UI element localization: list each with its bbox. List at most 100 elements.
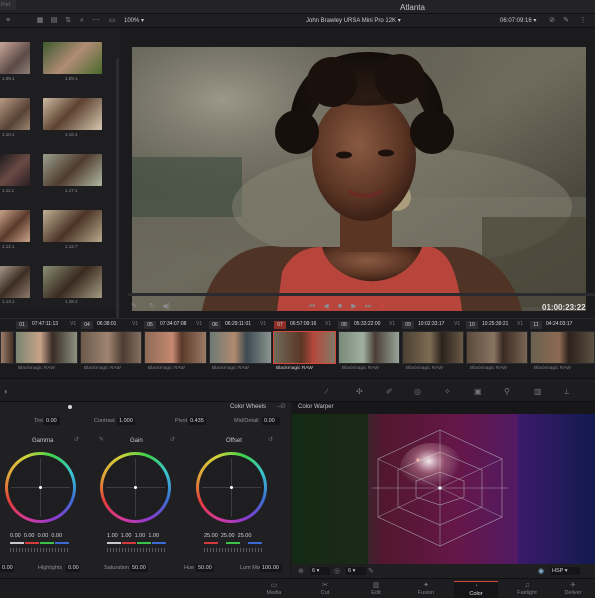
timeline-clip[interactable] [530,331,595,364]
timeline-clip[interactable] [144,331,207,364]
color-space-icon[interactable]: ◉ [538,567,544,575]
node-icon[interactable]: ✎ [562,17,570,25]
viewer-scrubber[interactable] [128,293,595,296]
timeline-clip[interactable] [0,331,14,364]
viewer-frame[interactable] [132,47,586,311]
hue-field[interactable]: 50.00 [196,564,214,572]
gain-y[interactable]: 1.00 [107,533,118,539]
loop-playback-icon[interactable]: ⟳ [378,303,386,311]
shadows-field[interactable]: 0.00 [0,564,14,572]
gain-values[interactable]: 1.00 1.00 1.00 1.00 [107,533,159,539]
timeline-clip[interactable] [466,331,528,364]
camera-raw-icon[interactable]: ◐ [4,387,9,396]
clip-thumbnail[interactable] [0,42,30,74]
offset-jog-wheel[interactable] [204,548,264,552]
offset-r[interactable]: 25.00 [204,533,218,539]
warper-mode-select[interactable]: HSP ▾ [550,567,580,575]
clip-thumbnail[interactable] [43,154,102,186]
clip-thumbnail[interactable] [43,98,102,130]
gain-r[interactable]: 1.00 [121,533,132,539]
gamma-reset-icon[interactable]: ↺ [74,436,79,443]
warper-mesh[interactable] [292,414,595,564]
gain-picker-icon[interactable]: ✎ [99,436,104,443]
timeline-clip[interactable] [209,331,272,364]
warper-field-a[interactable]: 6 ▾ [310,567,330,575]
middetail-field[interactable]: 0.00 [262,417,280,425]
blur-icon[interactable]: ▣ [474,387,482,396]
gamma-r[interactable]: 0.00 [24,533,35,539]
3d-icon[interactable]: ⟂ [564,387,569,397]
clip-thumbnail[interactable] [0,98,30,130]
skip-end-icon[interactable]: ⏭ [364,303,372,311]
clip-thumbnail[interactable] [0,210,30,242]
highlights-field[interactable]: 0.00 [66,564,80,572]
offset-g[interactable]: 25.00 [221,533,235,539]
timeline-clip[interactable] [338,331,400,364]
clip-thumbnail[interactable] [43,266,102,298]
offset-b[interactable]: 25.00 [238,533,252,539]
sizing-icon[interactable]: ▥ [534,387,542,396]
tracker-icon[interactable]: ✧ [444,387,451,396]
pin-icon[interactable]: ✎ [368,567,374,575]
clip-thumbnail[interactable] [43,210,102,242]
gamma-wheel[interactable] [5,452,76,523]
gamma-y[interactable]: 0.00 [10,533,21,539]
grid-view-icon[interactable]: ▦ [36,17,44,25]
lummix-field[interactable]: 100.00 [260,564,282,572]
reverse-play-icon[interactable]: ◀ [322,303,330,311]
play-icon[interactable]: ▶ [350,303,358,311]
list-view-icon[interactable]: ≡ [4,17,12,25]
offset-wheel[interactable] [196,452,267,523]
timeline-clip-active[interactable] [273,331,336,364]
curves-icon[interactable]: ∕ [326,387,327,396]
thumbnail-view-icon[interactable]: ▤ [50,17,58,25]
sort-icon[interactable]: ⇅ [64,17,72,25]
skip-start-icon[interactable]: ⏮ [308,303,316,311]
clip-thumbnail[interactable] [0,266,30,298]
stop-icon[interactable]: ■ [336,303,344,311]
options-icon[interactable]: ⋯ [92,17,100,25]
options-icon[interactable]: ⊙ [280,402,286,410]
audio-icon[interactable]: ◀) [162,303,170,311]
contrast-field[interactable]: 1.000 [117,417,135,425]
key-icon[interactable]: ⚲ [504,387,510,396]
gamma-jog-wheel[interactable] [10,548,70,552]
gallery-icon[interactable]: ⊘ [548,17,556,25]
nav-fusion[interactable]: ✦ Fusion [404,581,448,598]
nav-deliver[interactable]: ✈ Deliver [551,581,595,598]
offset-reset-icon[interactable]: ↺ [268,436,273,443]
zoom-select[interactable]: 100% ▾ [124,17,144,24]
nav-media[interactable]: ▭ Media [252,581,296,598]
search-icon[interactable]: ⌕ [78,17,86,25]
nav-edit[interactable]: ▥ Edit [354,581,398,598]
gain-jog-wheel[interactable] [107,548,167,552]
warper-field-b[interactable]: 6 ▾ [346,567,366,575]
saturation-field[interactable]: 50.00 [130,564,148,572]
gamma-values[interactable]: 0.00 0.00 0.00 0.00 [10,533,62,539]
tint-field[interactable]: 0.00 [44,417,60,425]
loop-icon[interactable]: ↻ [148,303,156,311]
nav-fairlight[interactable]: ♫ Fairlight [505,581,549,598]
gain-wheel[interactable] [100,452,171,523]
gain-g[interactable]: 1.00 [135,533,146,539]
offset-values[interactable]: 25.00 25.00 25.00 [204,533,251,539]
nav-cut[interactable]: ✂ Cut [303,581,347,598]
gain-reset-icon[interactable]: ↺ [170,436,175,443]
gamma-g[interactable]: 0.00 [38,533,49,539]
layout-icon[interactable]: ▭ [108,17,116,25]
warper-canvas[interactable] [292,414,595,564]
window-icon[interactable]: ◎ [414,387,421,396]
clip-thumbnail[interactable] [43,42,102,74]
gain-b[interactable]: 1.00 [148,533,159,539]
more-icon[interactable]: ⋮ [579,17,587,25]
clip-thumbnail[interactable] [0,154,30,186]
pen-icon[interactable]: ✎ [130,303,138,311]
nav-color[interactable]: ◔ Color [454,581,498,598]
timeline-clip[interactable] [15,331,78,364]
grid-icon[interactable]: ⊕ [298,567,304,575]
qualifier-icon[interactable]: ✐ [386,387,393,396]
media-pool-scrollbar[interactable] [116,58,119,318]
timeline-clip[interactable] [402,331,464,364]
warper-icon[interactable]: ✣ [356,387,363,396]
grid-density-icon[interactable]: ◎ [334,567,340,575]
